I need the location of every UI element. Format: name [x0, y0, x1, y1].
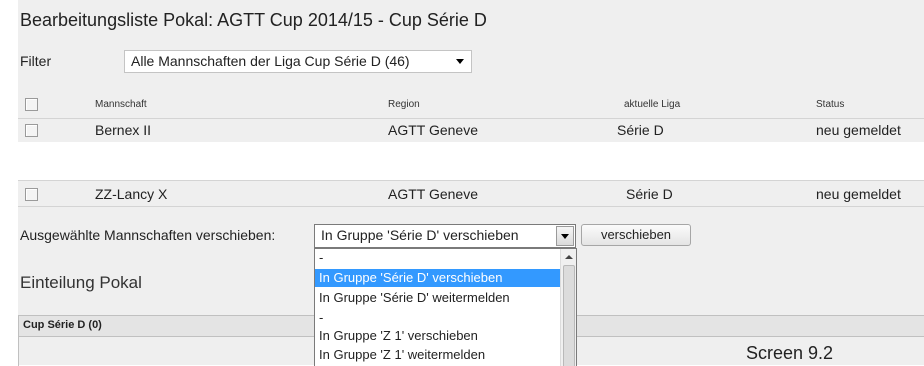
move-label: Ausgewählte Mannschaften verschieben:: [20, 227, 276, 243]
team-status: neu gemeldet: [816, 186, 901, 202]
column-header-mannschaft[interactable]: Mannschaft: [95, 99, 147, 110]
table-row-divider: [18, 206, 924, 207]
move-button[interactable]: verschieben: [581, 224, 691, 246]
team-name: Bernex II: [95, 122, 152, 138]
chevron-down-icon: [561, 234, 569, 239]
dropdown-arrow-button[interactable]: [556, 226, 574, 246]
scroll-thumb[interactable]: [563, 265, 575, 366]
select-all-checkbox[interactable]: [25, 98, 38, 111]
filter-label: Filter: [20, 53, 52, 69]
row-checkbox[interactable]: [25, 124, 38, 137]
team-region: AGTT Geneve: [388, 122, 479, 138]
move-options-list[interactable]: - In Gruppe 'Série D' verschieben In Gru…: [314, 248, 577, 366]
screen-caption: Screen 9.2: [746, 343, 834, 363]
chevron-down-icon: [456, 59, 464, 64]
option-item[interactable]: In Gruppe 'Série D' weitermelden: [315, 289, 564, 307]
column-header-status[interactable]: Status: [816, 99, 844, 110]
table-row-divider: [18, 118, 924, 119]
option-item-selected[interactable]: In Gruppe 'Série D' verschieben: [315, 269, 564, 287]
team-name: ZZ-Lancy X: [95, 186, 168, 202]
filter-select[interactable]: Alle Mannschaften der Liga Cup Série D (…: [124, 50, 472, 73]
filter-select-value: Alle Mannschaften der Liga Cup Série D (…: [131, 53, 410, 69]
team-league: Série D: [617, 122, 664, 138]
option-item[interactable]: -: [315, 249, 564, 267]
column-header-region[interactable]: Region: [388, 99, 420, 110]
team-league: Série D: [626, 186, 673, 202]
move-select[interactable]: In Gruppe 'Série D' verschieben: [314, 224, 576, 248]
options-scrollbar[interactable]: [560, 249, 576, 366]
section-title: Einteilung Pokal: [20, 273, 142, 292]
group-title: Cup Série D (0): [23, 319, 102, 331]
option-item[interactable]: In Gruppe 'Z 1' verschieben: [315, 327, 564, 345]
page-title: Bearbeitungsliste Pokal: AGTT Cup 2014/1…: [20, 10, 487, 30]
move-select-value: In Gruppe 'Série D' verschieben: [321, 227, 519, 243]
team-region: AGTT Geneve: [388, 186, 479, 202]
option-item[interactable]: -: [315, 309, 564, 327]
row-checkbox[interactable]: [25, 188, 38, 201]
column-header-liga[interactable]: aktuelle Liga: [624, 99, 680, 110]
option-item[interactable]: In Gruppe 'Z 1' weitermelden: [315, 346, 564, 364]
team-status: neu gemeldet: [816, 122, 901, 138]
table-row-divider: [18, 180, 924, 181]
scroll-up-icon[interactable]: [565, 255, 573, 259]
